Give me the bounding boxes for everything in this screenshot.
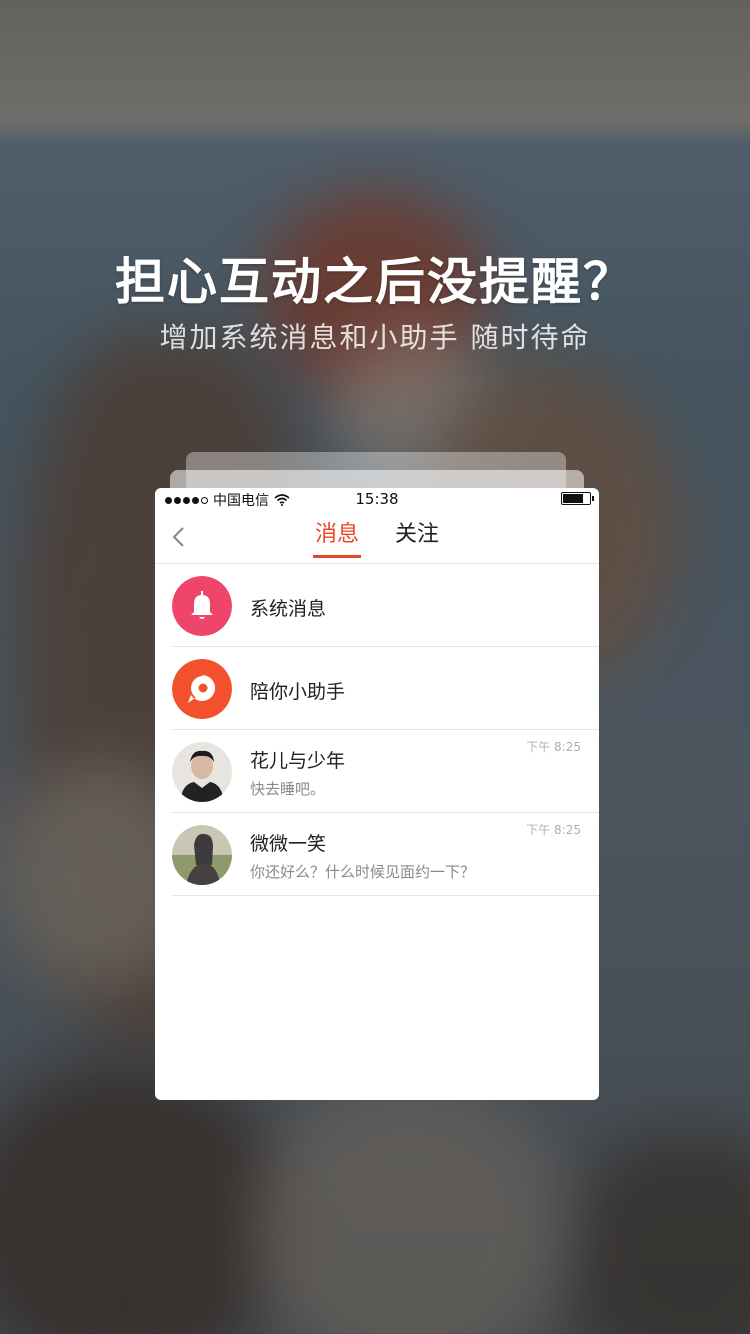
message-time: 下午 8:25 — [526, 823, 581, 837]
assistant-icon — [172, 658, 232, 719]
bell-icon — [172, 575, 232, 636]
list-item-assistant[interactable]: 陪你小助手 — [155, 647, 599, 730]
message-name: 系统消息 — [250, 597, 327, 620]
promo-subline: 增加系统消息和小助手 随时待命 — [159, 321, 591, 354]
tab-messages[interactable]: 消息 — [312, 510, 362, 564]
message-name: 陪你小助手 — [250, 680, 346, 703]
message-name: 花儿与少年 — [250, 749, 346, 772]
battery-icon — [561, 492, 594, 505]
user-avatar — [172, 741, 232, 802]
list-item-conversation[interactable]: 花儿与少年 快去睡吧。 下午 8:25 — [155, 730, 599, 813]
status-time: 15:38 — [355, 490, 399, 508]
list-item-conversation[interactable]: 微微一笑 你还好么？什么时候见面约一下？ 下午 8:25 — [155, 813, 599, 896]
message-preview: 快去睡吧。 — [250, 779, 326, 798]
list-item-system-messages[interactable]: 系统消息 — [155, 564, 599, 647]
user-avatar — [172, 824, 232, 885]
nav-bar: 消息 关注 — [155, 510, 599, 564]
message-name: 微微一笑 — [250, 832, 327, 855]
message-preview: 你还好么？什么时候见面约一下？ — [250, 862, 476, 881]
promo-headline: 担心互动之后没提醒？ — [115, 252, 635, 311]
status-bar: 中国电信 15:38 — [155, 488, 599, 510]
tab-following[interactable]: 关注 — [395, 510, 439, 564]
message-time: 下午 8:25 — [526, 740, 581, 754]
phone-screen: 中国电信 15:38 消息 关注 系统消息 陪你小助手 花儿与少年 快去睡吧。 … — [155, 488, 599, 1100]
message-list: 系统消息 陪你小助手 花儿与少年 快去睡吧。 下午 8:25 微微一笑 你还好么… — [155, 564, 599, 896]
